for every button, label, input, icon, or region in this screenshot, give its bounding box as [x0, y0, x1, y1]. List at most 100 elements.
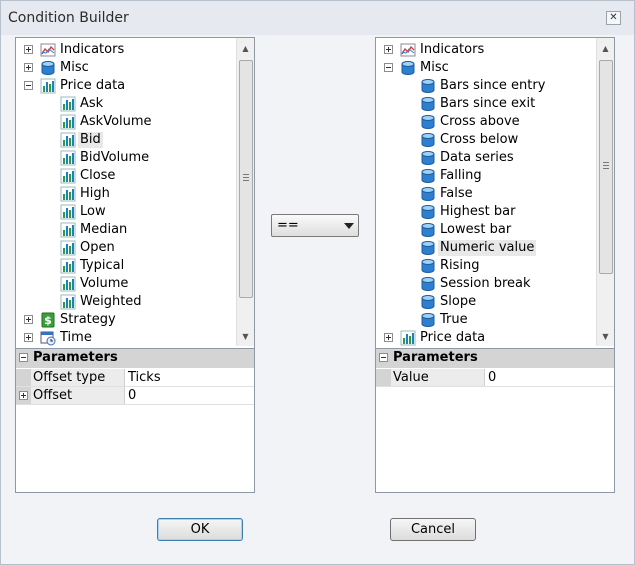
- parameter-value[interactable]: 0: [485, 369, 496, 386]
- left-scroll-thumb[interactable]: [239, 60, 253, 298]
- right-tree-item[interactable]: Cross above: [376, 113, 596, 131]
- right-tree-item[interactable]: Slope: [376, 293, 596, 311]
- right-tree-item[interactable]: Falling: [376, 167, 596, 185]
- collapse-icon[interactable]: [379, 353, 388, 362]
- left-tree-item[interactable]: Volume: [16, 275, 236, 293]
- expand-icon[interactable]: [384, 333, 393, 342]
- parameter-value[interactable]: Ticks: [125, 369, 161, 386]
- right-tree-item[interactable]: Rising: [376, 257, 596, 275]
- right-tree-item[interactable]: Highest bar: [376, 203, 596, 221]
- left-parameter-row[interactable]: Offset type Ticks: [16, 369, 254, 387]
- right-parameter-row[interactable]: Value 0: [376, 369, 614, 387]
- ok-button[interactable]: OK: [157, 518, 243, 541]
- expand-icon[interactable]: [384, 45, 393, 54]
- condition-builder-window: Condition Builder ✕ Indicators Misc Price …: [0, 0, 635, 565]
- cancel-button[interactable]: Cancel: [390, 518, 476, 541]
- right-tree-item-label: Numeric value: [438, 240, 537, 256]
- expand-icon[interactable]: [24, 333, 33, 342]
- parameter-gutter: [16, 369, 31, 386]
- right-tree-view[interactable]: Indicators Misc Bars since entry Bars since…: [376, 38, 596, 346]
- parameter-value[interactable]: 0: [125, 387, 136, 404]
- left-parameters-grid: Parameters Offset type Ticks Offset 0: [16, 348, 254, 492]
- right-tree-item[interactable]: Numeric value: [376, 239, 596, 257]
- left-tree-item[interactable]: Low: [16, 203, 236, 221]
- left-tree-item[interactable]: Price data: [16, 77, 236, 95]
- right-tree-item-label: Cross above: [440, 114, 520, 129]
- bar-chart-icon: [60, 96, 76, 112]
- right-tree-item[interactable]: Bars since entry: [376, 77, 596, 95]
- expand-icon[interactable]: [24, 315, 33, 324]
- right-tree-item-label: Session break: [440, 276, 531, 291]
- left-tree-item[interactable]: Open: [16, 239, 236, 257]
- left-tree-item[interactable]: Median: [16, 221, 236, 239]
- left-tree-item[interactable]: Bid: [16, 131, 236, 149]
- collapse-icon[interactable]: [24, 81, 33, 90]
- right-tree-item-label: Lowest bar: [440, 222, 512, 237]
- scroll-down-icon[interactable]: ▼: [237, 328, 254, 346]
- right-tree-item[interactable]: Price data: [376, 329, 596, 346]
- bar-chart-icon: [400, 330, 416, 346]
- left-tree-item[interactable]: Misc: [16, 59, 236, 77]
- database-icon: [420, 186, 436, 202]
- right-tree-item[interactable]: Bars since exit: [376, 95, 596, 113]
- left-parameters-header[interactable]: Parameters: [16, 349, 254, 368]
- database-icon: [420, 312, 436, 328]
- left-tree-item-label: Close: [80, 168, 116, 183]
- left-tree-item[interactable]: Ask: [16, 95, 236, 113]
- collapse-icon[interactable]: [19, 353, 28, 362]
- left-tree-item[interactable]: Time: [16, 329, 236, 346]
- collapse-icon[interactable]: [384, 63, 393, 72]
- expand-icon[interactable]: [24, 63, 33, 72]
- right-tree-item[interactable]: Misc: [376, 59, 596, 77]
- left-tree-item[interactable]: $ Strategy: [16, 311, 236, 329]
- bar-chart-icon: [60, 204, 76, 220]
- right-scroll-thumb[interactable]: [599, 60, 613, 274]
- left-tree-item[interactable]: High: [16, 185, 236, 203]
- left-tree-item-label: Ask: [80, 96, 104, 111]
- left-tree-item[interactable]: Indicators: [16, 41, 236, 59]
- calendar-clock-icon: [40, 330, 56, 346]
- right-tree-item[interactable]: True: [376, 311, 596, 329]
- expand-icon[interactable]: [19, 391, 28, 400]
- right-tree-item-label: Data series: [440, 150, 514, 165]
- right-tree-item-label: Slope: [440, 294, 477, 309]
- right-tree-item-label: True: [440, 312, 468, 327]
- left-tree-item[interactable]: Typical: [16, 257, 236, 275]
- right-tree-item[interactable]: Cross below: [376, 131, 596, 149]
- right-tree-item[interactable]: Data series: [376, 149, 596, 167]
- scroll-up-icon[interactable]: ▲: [597, 40, 614, 58]
- scroll-down-icon[interactable]: ▼: [597, 328, 614, 346]
- database-icon: [420, 150, 436, 166]
- right-tree-item[interactable]: Indicators: [376, 41, 596, 59]
- left-tree-item[interactable]: Weighted: [16, 293, 236, 311]
- left-tree-item-label: Indicators: [60, 42, 125, 57]
- left-tree-item-label: Open: [80, 240, 115, 255]
- bar-chart-icon: [60, 150, 76, 166]
- expand-icon[interactable]: [24, 45, 33, 54]
- right-parameters-header[interactable]: Parameters: [376, 349, 614, 368]
- right-tree-item[interactable]: False: [376, 185, 596, 203]
- bar-chart-icon: [60, 114, 76, 130]
- right-tree-item-label: Price data: [420, 330, 486, 345]
- parameter-name: Offset: [31, 387, 125, 404]
- right-tree-item[interactable]: Session break: [376, 275, 596, 293]
- bar-chart-icon: [60, 258, 76, 274]
- right-tree-scrollbar[interactable]: ▲ ▼: [596, 38, 614, 346]
- left-tree-scrollbar[interactable]: ▲ ▼: [236, 38, 254, 346]
- left-tree-item-label: Strategy: [60, 312, 116, 327]
- close-button[interactable]: ✕: [606, 11, 621, 25]
- bar-chart-icon: [40, 78, 56, 94]
- title-bar[interactable]: Condition Builder ✕: [1, 1, 634, 35]
- right-tree-item-label: False: [440, 186, 473, 201]
- scroll-up-icon[interactable]: ▲: [237, 40, 254, 58]
- left-tree-item[interactable]: AskVolume: [16, 113, 236, 131]
- left-tree-view[interactable]: Indicators Misc Price data Ask AskVolume Bid B…: [16, 38, 236, 346]
- left-tree-item[interactable]: BidVolume: [16, 149, 236, 167]
- operator-dropdown[interactable]: ==: [271, 214, 359, 237]
- left-tree-item[interactable]: Close: [16, 167, 236, 185]
- left-parameter-row[interactable]: Offset 0: [16, 387, 254, 405]
- left-tree-item-label: Misc: [60, 60, 89, 75]
- left-tree-item-label: Weighted: [80, 294, 142, 309]
- database-icon: [420, 132, 436, 148]
- right-tree-item[interactable]: Lowest bar: [376, 221, 596, 239]
